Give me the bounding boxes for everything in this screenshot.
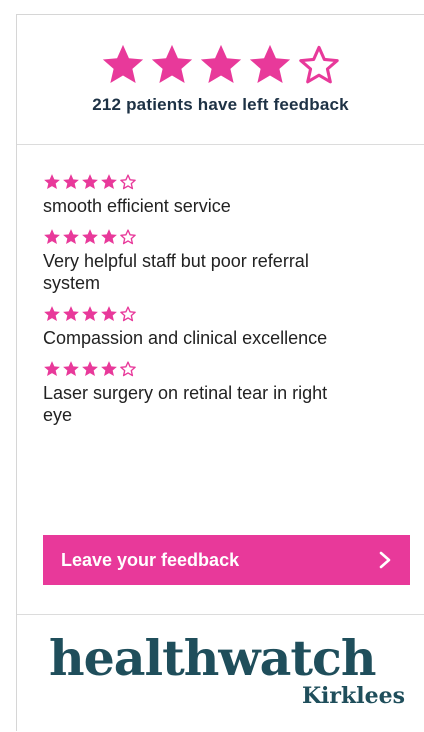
review-item: smooth efficient service (43, 173, 424, 217)
rating-summary: 212 patients have left feedback (17, 15, 424, 145)
review-rating-stars (43, 228, 424, 246)
leave-feedback-button[interactable]: Leave your feedback (43, 535, 410, 585)
star-filled-icon (62, 228, 80, 246)
star-filled-icon (198, 42, 244, 88)
star-outline-icon (119, 360, 137, 378)
star-filled-icon (81, 173, 99, 191)
review-rating-stars (43, 360, 424, 378)
healthwatch-logo[interactable]: healthwatch Kirklees (49, 629, 409, 719)
review-rating-stars (43, 173, 424, 191)
review-text: Laser surgery on retinal tear in right e… (43, 383, 328, 425)
star-filled-icon (43, 228, 61, 246)
star-outline-icon (119, 173, 137, 191)
review-item: Laser surgery on retinal tear in right e… (43, 360, 424, 426)
star-filled-icon (247, 42, 293, 88)
star-filled-icon (43, 173, 61, 191)
leave-feedback-label: Leave your feedback (61, 549, 240, 570)
review-item: Very helpful staff but poor referral sys… (43, 228, 424, 294)
star-outline-icon (119, 228, 137, 246)
review-text: Very helpful staff but poor referral sys… (43, 251, 309, 293)
star-filled-icon (81, 360, 99, 378)
star-filled-icon (100, 360, 118, 378)
star-filled-icon (81, 228, 99, 246)
star-filled-icon (43, 305, 61, 323)
logo-wordmark: healthwatch (49, 629, 376, 687)
star-filled-icon (81, 305, 99, 323)
star-filled-icon (62, 305, 80, 323)
star-filled-icon (43, 360, 61, 378)
star-outline-icon (296, 42, 342, 88)
footer: healthwatch Kirklees (17, 614, 424, 732)
star-filled-icon (100, 228, 118, 246)
logo-subtitle: Kirklees (301, 683, 405, 709)
chevron-right-icon (378, 551, 392, 569)
review-rating-stars (43, 305, 424, 323)
feedback-count-text: 212 patients have left feedback (92, 95, 349, 114)
star-filled-icon (62, 173, 80, 191)
star-outline-icon (119, 305, 137, 323)
star-filled-icon (149, 42, 195, 88)
review-text: Compassion and clinical excellence (43, 328, 328, 348)
star-filled-icon (100, 173, 118, 191)
overall-rating-stars (17, 15, 424, 91)
star-filled-icon (62, 360, 80, 378)
reviews-list: smooth efficient service Very helpful st… (17, 145, 424, 426)
star-filled-icon (100, 42, 146, 88)
star-filled-icon (100, 305, 118, 323)
review-text: smooth efficient service (43, 196, 231, 216)
review-item: Compassion and clinical excellence (43, 305, 424, 349)
feedback-widget: 212 patients have left feedback smooth e… (16, 14, 424, 731)
